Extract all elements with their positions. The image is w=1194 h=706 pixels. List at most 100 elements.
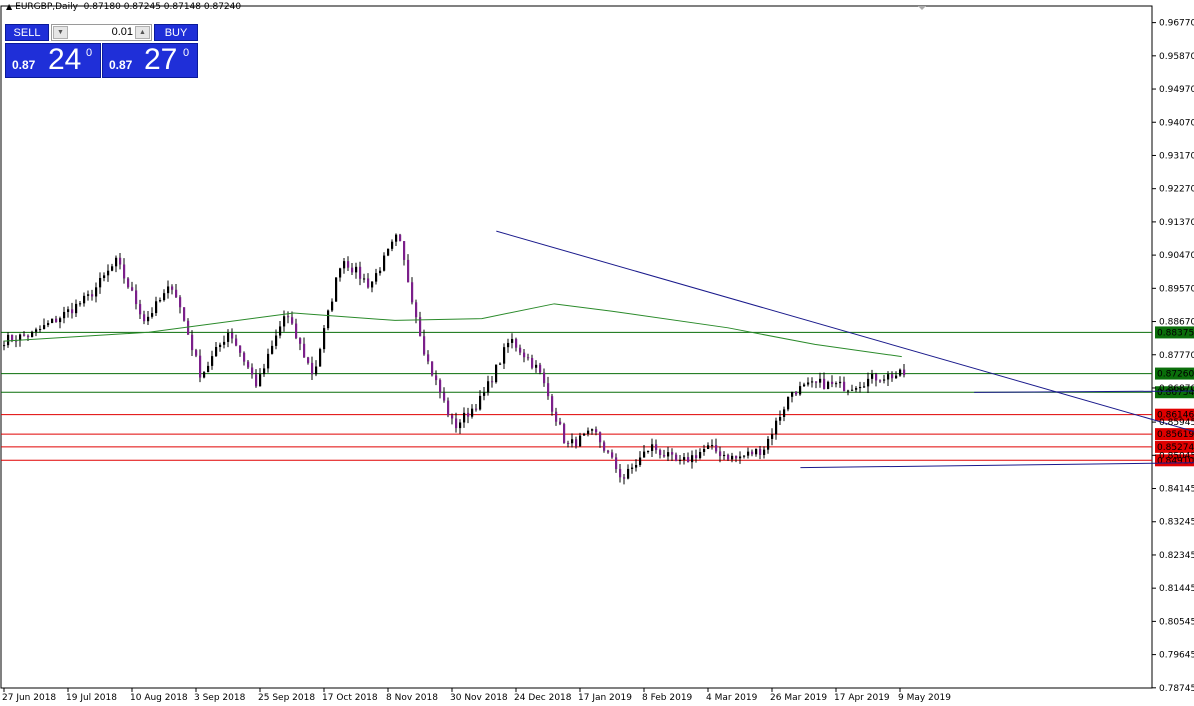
candle-body [563, 424, 566, 443]
y-tick-label: 0.90470 [1159, 251, 1194, 261]
candle-body [859, 386, 862, 389]
candle-body [439, 380, 442, 393]
price-chart[interactable]: 0.883750.872600.867540.861460.856190.852… [0, 0, 1194, 706]
price-axis: 0.96770 0.95870 0.94970 0.94070 0.93170 0.922… [1152, 19, 1194, 694]
candle-body [663, 455, 666, 457]
candle-body [219, 344, 222, 347]
candle-body [807, 382, 810, 385]
candle-body [879, 380, 882, 382]
x-tick-label: 4 Mar 2019 [706, 693, 758, 703]
candle-body [655, 444, 658, 451]
candle-body [667, 452, 670, 457]
candle-body [283, 316, 286, 327]
candle-body [235, 338, 238, 346]
candle-body [703, 449, 706, 452]
candle-body [427, 354, 430, 362]
buy-price-prefix: 0.87 [109, 58, 133, 72]
ohlc-values: 0.87180 0.87245 0.87148 0.87240 [83, 2, 242, 12]
candle-body [519, 347, 522, 353]
x-tick-label: 9 May 2019 [898, 693, 951, 703]
candle-body [211, 356, 214, 366]
lot-size-field[interactable]: ▼ 0.01 ▲ [51, 24, 152, 41]
candle-body [639, 457, 642, 466]
y-tick-label: 0.85045 [1159, 451, 1194, 461]
candle-body [795, 391, 798, 395]
candle-body [395, 234, 398, 242]
buy-price[interactable]: 0.87 27 0 [102, 43, 198, 78]
candle-body [275, 335, 278, 346]
one-click-trading-panel: SELL ▼ 0.01 ▲ BUY 0.87 24 0 0.87 27 0 [5, 24, 198, 78]
candle-body [659, 450, 662, 456]
candle-body [863, 386, 866, 388]
candle-body [203, 372, 206, 378]
candle-body [591, 429, 594, 431]
sell-price[interactable]: 0.87 24 0 [5, 43, 101, 78]
candle-body [583, 433, 586, 436]
candle-body [491, 381, 494, 383]
candle-body [623, 477, 626, 479]
y-tick-label: 0.85945 [1159, 418, 1194, 428]
candle-body [811, 381, 814, 383]
candle-body [231, 332, 234, 339]
candle-body [267, 353, 270, 369]
candle-body [399, 234, 402, 242]
candle-body [431, 361, 434, 376]
candle-body [27, 335, 30, 338]
candle-body [679, 459, 682, 462]
increase-lot-icon[interactable]: ▲ [135, 26, 150, 39]
y-tick-label: 0.91370 [1159, 218, 1194, 228]
candle-body [855, 388, 858, 390]
candle-body [75, 303, 78, 314]
y-tick-label: 0.82345 [1159, 551, 1194, 561]
x-tick-label: 19 Jul 2018 [66, 693, 117, 703]
candle-body [331, 301, 334, 311]
candle-body [739, 456, 742, 459]
candle-body [867, 378, 870, 387]
candle-body [223, 341, 226, 345]
candle-body [899, 369, 902, 376]
candle-body [319, 349, 322, 367]
candle-body [215, 346, 218, 357]
candle-body [295, 323, 298, 339]
candle-body [443, 392, 446, 401]
lot-size-value[interactable]: 0.01 [70, 25, 133, 40]
candle-body [391, 241, 394, 249]
candle-body [843, 381, 846, 392]
candle-body [327, 310, 330, 329]
candle-body [363, 278, 366, 280]
candle-body [403, 241, 406, 260]
candle-body [455, 418, 458, 429]
symbol-label: EURGBP,Daily [15, 2, 78, 12]
buy-price-sup: 0 [183, 47, 190, 59]
candle-body [755, 448, 758, 455]
x-tick-label: 17 Apr 2019 [834, 693, 890, 703]
candle-body [783, 409, 786, 417]
candle-body [479, 395, 482, 410]
candle-body [627, 468, 630, 479]
sell-button[interactable]: SELL [5, 24, 49, 41]
y-tick-label: 0.92270 [1159, 185, 1194, 195]
sell-price-big: 24 [48, 43, 82, 76]
candle-body [507, 342, 510, 348]
y-tick-label: 0.94970 [1159, 85, 1194, 95]
buy-button[interactable]: BUY [154, 24, 198, 41]
chart-header: ▲ EURGBP,Daily 0.87180 0.87245 0.87148 0.… [6, 2, 241, 12]
candle-body [175, 289, 178, 298]
candle-body [495, 364, 498, 383]
x-tick-label: 3 Sep 2018 [194, 693, 246, 703]
candle-body [695, 455, 698, 459]
x-tick-label: 17 Oct 2018 [322, 693, 378, 703]
candle-body [187, 320, 190, 335]
x-tick-label: 10 Aug 2018 [130, 693, 188, 703]
candle-body [487, 381, 490, 393]
candle-body [619, 469, 622, 478]
candle-body [603, 442, 606, 451]
candle-body [771, 434, 774, 439]
y-tick-label: 0.84145 [1159, 485, 1194, 495]
candle-body [379, 270, 382, 274]
decrease-lot-icon[interactable]: ▼ [53, 26, 68, 39]
candle-body [671, 452, 674, 455]
candle-body [895, 375, 898, 379]
candle-body [23, 334, 26, 336]
candle-body [63, 311, 66, 319]
